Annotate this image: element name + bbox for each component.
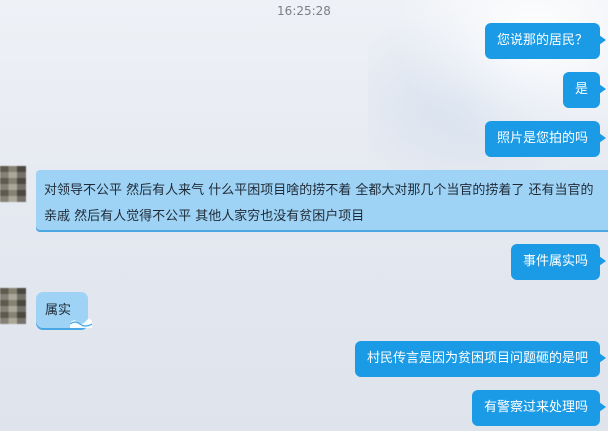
message-bubble-outgoing[interactable]: 您说那的居民？ (484, 23, 607, 59)
message-bubble-incoming[interactable]: 对领导不公平 然后有人来气 什么平困项目啥的捞不着 全都大对那几个当官的捞着了 … (36, 170, 608, 232)
message-bubble-outgoing[interactable]: 有警察过来处理吗 (471, 390, 607, 426)
message-timestamp: 16:25:28 (277, 4, 331, 18)
message-bubble-outgoing[interactable]: 是 (562, 72, 607, 108)
message-bubble-outgoing[interactable]: 照片是您拍的吗 (484, 121, 607, 157)
message-line: 亲戚 然后有人觉得不公平 其他人家穷也没有贫困户项目 (44, 209, 365, 224)
message-line: 对领导不公平 然后有人来气 什么平困项目啥的捞不着 全都大对那几个当官的捞着了 … (44, 183, 594, 198)
bubble-wave-icon (70, 318, 92, 328)
message-bubble-outgoing[interactable]: 村民传言是因为贫困项目问题砸的是吧 (354, 341, 607, 377)
message-bubble-outgoing[interactable]: 事件属实吗 (510, 244, 607, 280)
contact-avatar[interactable] (0, 288, 26, 324)
contact-avatar[interactable] (0, 166, 26, 202)
